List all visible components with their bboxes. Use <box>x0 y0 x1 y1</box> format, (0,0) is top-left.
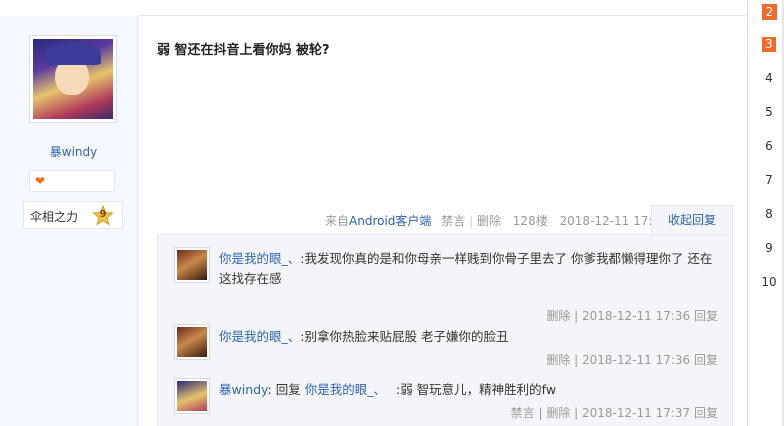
reply-user[interactable]: 暴windy <box>219 382 268 397</box>
reply-button[interactable]: 回复 <box>694 353 718 367</box>
reply-delete-link[interactable]: 删除 <box>546 353 570 367</box>
reply-time: 2018-12-11 17:36 <box>582 309 691 323</box>
author-badge-strip: ❤ <box>29 170 115 192</box>
reply-user[interactable]: 你是我的眼_、 <box>219 251 300 266</box>
source-prefix: 来自 <box>325 214 350 228</box>
author-username[interactable]: 暴windy <box>0 143 147 160</box>
pager-item-2[interactable]: 2 <box>762 4 777 20</box>
reply-avatar[interactable] <box>174 378 210 414</box>
reply-delete-link[interactable]: 删除 <box>546 309 570 323</box>
reply-user[interactable]: 你是我的眼_、 <box>219 329 300 344</box>
reply-delete-link[interactable]: 删除 <box>546 406 570 420</box>
delete-link[interactable]: 删除 <box>477 214 501 228</box>
reply-body: 别拿你热脸来贴屁股 老子嫌你的脸丑 <box>304 329 509 344</box>
reply-footer: 删除 | 2018-12-11 17:36 回复 <box>546 309 718 323</box>
reply-text: 暴windy: 回复 你是我的眼_、 :弱 智玩意儿，精神胜利的fw <box>219 382 557 397</box>
author-column-top <box>0 0 138 16</box>
author-column: 暴windy ❤ 伞相之力 9 <box>0 0 138 426</box>
reply-footer: 删除 | 2018-12-11 17:36 回复 <box>546 353 718 367</box>
pager-item-4[interactable]: 4 <box>762 71 776 85</box>
reply-prefix: 回复 <box>275 382 301 397</box>
reply-button[interactable]: 回复 <box>694 309 718 323</box>
floor-number: 128楼 <box>512 214 548 228</box>
reply-avatar[interactable] <box>174 324 210 360</box>
source-link[interactable]: Android客户端 <box>349 214 431 228</box>
reply-time: 2018-12-11 17:37 <box>582 406 691 420</box>
pager-item-3[interactable]: 3 <box>762 37 776 52</box>
fan-heart-icon: ❤ <box>35 174 46 188</box>
level-star-icon: 9 <box>92 204 114 227</box>
post-meta: 来自Android客户端 禁言 | 删除 128楼 2018-12-11 17:… <box>325 212 668 229</box>
post-content: 弱 智还在抖音上看你妈 被轮? <box>157 43 330 58</box>
pager-item-7[interactable]: 7 <box>762 173 776 187</box>
reply-target[interactable]: 你是我的眼_、 <box>305 382 386 397</box>
avatar-image <box>33 39 113 119</box>
reply-footer: 禁言 | 删除 | 2018-12-11 17:37 回复 <box>510 406 718 420</box>
meta-separator: | <box>469 214 477 228</box>
ban-link[interactable]: 禁言 <box>441 214 465 228</box>
post-divider <box>139 15 746 16</box>
reply-text: 你是我的眼_、:我发现你真的是和你母亲一样贱到你骨子里去了 你爹我都懒得理你了 … <box>219 251 713 286</box>
reply-time: 2018-12-11 17:36 <box>582 353 691 367</box>
fold-replies-button[interactable]: 收起回复 <box>651 205 733 235</box>
reply-body: :弱 智玩意儿，精神胜利的fw <box>396 382 557 397</box>
reply-button[interactable]: 回复 <box>694 406 718 420</box>
pager-item-9[interactable]: 9 <box>762 241 776 255</box>
pager-item-5[interactable]: 5 <box>762 105 776 119</box>
author-level[interactable]: 伞相之力 9 <box>23 201 123 229</box>
floor-pager: 2 3 4 5 6 7 8 9 10 <box>747 0 784 426</box>
pager-item-10[interactable]: 10 <box>759 275 779 289</box>
reply-list: 你是我的眼_、:我发现你真的是和你母亲一样贱到你骨子里去了 你爹我都懒得理你了 … <box>157 234 733 426</box>
reply-ban-link[interactable]: 禁言 <box>511 406 535 420</box>
reply-avatar[interactable] <box>174 247 210 283</box>
reply-text: 你是我的眼_、:别拿你热脸来贴屁股 老子嫌你的脸丑 <box>219 329 509 344</box>
pager-item-8[interactable]: 8 <box>762 207 776 221</box>
author-avatar[interactable] <box>29 35 117 123</box>
level-number: 9 <box>99 209 107 220</box>
level-name: 伞相之力 <box>30 210 79 224</box>
pager-item-6[interactable]: 6 <box>762 139 776 153</box>
